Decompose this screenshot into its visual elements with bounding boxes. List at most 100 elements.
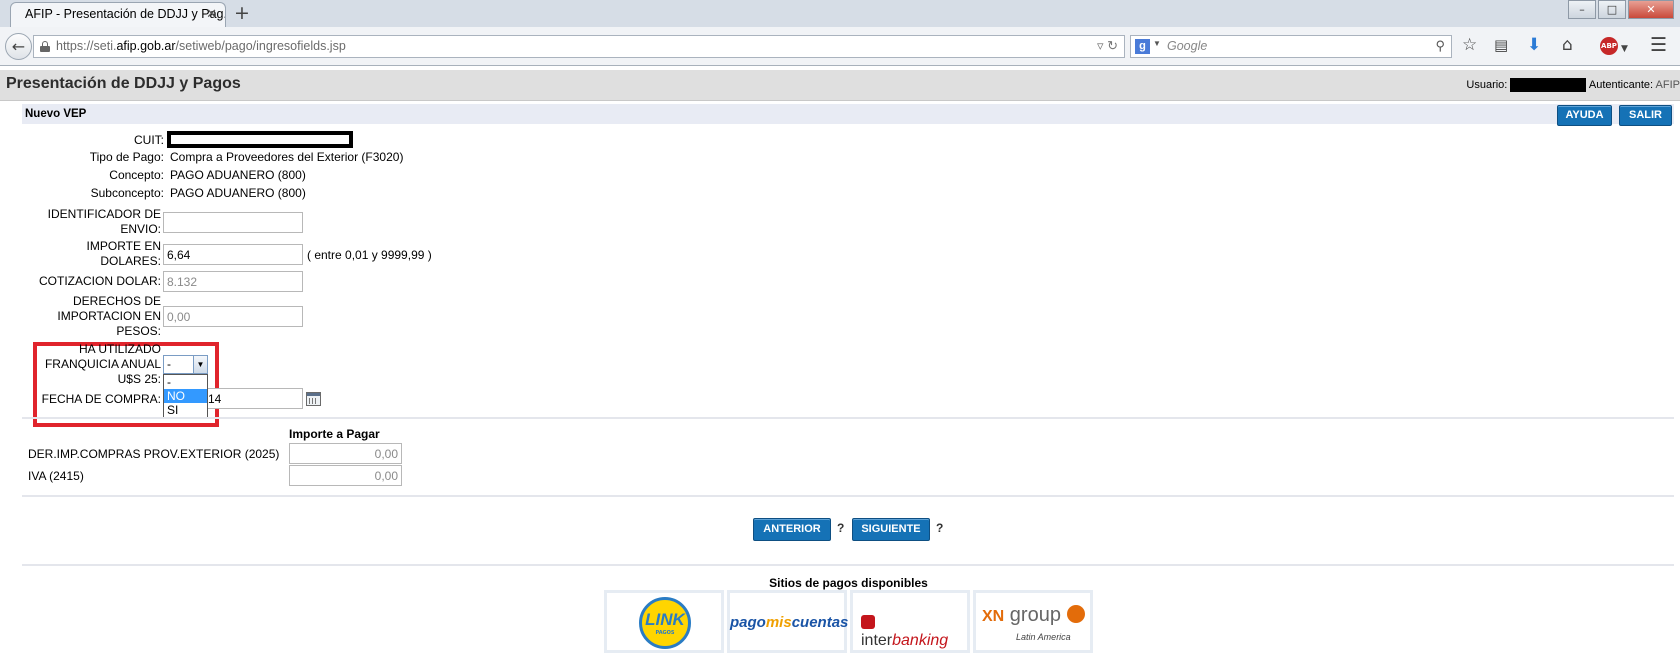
franquicia-label-line1: HA UTILIZADO	[78, 342, 161, 356]
importe-hint: ( entre 0,01 y 9999,99 )	[307, 248, 432, 262]
next-help-icon[interactable]: ?	[936, 521, 943, 535]
url-path: /setiweb/pago/ingresofields.jsp	[175, 39, 346, 53]
identificador-input[interactable]	[163, 212, 303, 233]
search-bar[interactable]: g ▼ Google ⚲	[1130, 35, 1452, 58]
derechos-label-line3: PESOS:	[116, 324, 161, 338]
previous-button[interactable]: ANTERIOR	[753, 518, 831, 541]
interbanking-text: interbanking	[861, 614, 967, 650]
tipo-pago-label: Tipo de Pago:	[89, 150, 164, 164]
browser-navbar: ← https://seti.afip.gob.ar/setiweb/pago/…	[0, 27, 1680, 66]
derechos-label-line2: IMPORTACION EN	[57, 309, 161, 323]
section-title: Nuevo VEP	[25, 108, 87, 120]
derechos-input[interactable]: 0,00	[163, 306, 303, 327]
xn-group-text: XN group	[982, 604, 1085, 627]
franquicia-label: HA UTILIZADO FRANQUICIA ANUAL U$S 25:	[20, 342, 161, 387]
url-prefix: https://seti.	[56, 39, 117, 53]
identificador-label: IDENTIFICADOR DE ENVIO:	[20, 207, 161, 237]
franquicia-select[interactable]: - ▼	[163, 355, 208, 374]
help-button[interactable]: AYUDA	[1557, 105, 1612, 126]
link-logo-icon: LINK PAGOS	[639, 597, 691, 649]
lock-icon	[40, 41, 50, 52]
home-icon[interactable]: ⌂	[1562, 37, 1573, 54]
reading-list-icon[interactable]: ▤	[1494, 37, 1508, 54]
chevron-down-icon[interactable]: ▼	[193, 356, 207, 373]
cuit-redaction	[167, 131, 353, 148]
divider	[22, 564, 1674, 566]
importe-label-line2: DOLARES:	[100, 254, 161, 268]
link-pagos-logo[interactable]: LINK PAGOS	[604, 590, 724, 653]
pagomiscuentas-text: pagomiscuentas	[730, 614, 849, 631]
tab-close-icon[interactable]: ✕	[206, 6, 217, 22]
adblock-dropdown-icon[interactable]: ▼	[1621, 41, 1628, 58]
cotizacion-input[interactable]: 8.132	[163, 271, 303, 292]
importe-label-line1: IMPORTE EN	[86, 239, 161, 253]
divider	[22, 495, 1674, 497]
franquicia-label-line3: U$S 25:	[117, 372, 161, 386]
identificador-label-line2: ENVIO:	[120, 222, 161, 236]
maximize-button[interactable]: □	[1598, 0, 1626, 19]
xn-group-logo[interactable]: XN group Latin America	[973, 590, 1093, 653]
divider	[22, 417, 1674, 419]
franquicia-option[interactable]: NO	[164, 389, 207, 403]
previous-help-icon[interactable]: ?	[837, 521, 844, 535]
subconcepto-value: PAGO ADUANERO (800)	[170, 186, 306, 200]
derechos-label-line1: DERECHOS DE	[72, 294, 161, 308]
user-info: Usuario: Autenticante: AFIP	[1466, 78, 1680, 92]
search-icon[interactable]: ⚲	[1435, 38, 1445, 54]
user-redaction	[1510, 78, 1587, 92]
importe-dolares-input[interactable]: 6,64	[163, 244, 303, 265]
close-window-button[interactable]: ✕	[1628, 0, 1674, 19]
back-arrow-icon: ←	[11, 37, 26, 56]
importe-header: Importe a Pagar	[289, 427, 380, 441]
browser-tab[interactable]: AFIP - Presentación de DDJJ y Pag... ✕	[10, 2, 226, 27]
authenticator-value: AFIP	[1655, 78, 1680, 91]
reload-icon[interactable]: ▿ ↻	[1097, 38, 1118, 54]
new-tab-button[interactable]: +	[234, 2, 250, 24]
importe-label: IMPORTE EN DOLARES:	[20, 239, 161, 269]
interbanking-icon	[861, 615, 875, 629]
franquicia-dropdown-list: - NO SI	[163, 374, 208, 418]
fecha-label: FECHA DE COMPRA:	[41, 392, 161, 406]
authenticator-label: Autenticante:	[1588, 78, 1654, 91]
bookmark-star-icon[interactable]: ☆	[1462, 37, 1477, 54]
identificador-label-line1: IDENTIFICADOR DE	[47, 207, 161, 221]
adblock-icon[interactable]: ABP	[1600, 37, 1618, 55]
page-title: Presentación de DDJJ y Pagos	[6, 75, 241, 92]
page-header: Presentación de DDJJ y Pagos Usuario: Au…	[0, 70, 1680, 101]
next-button[interactable]: SIGUIENTE	[852, 518, 930, 541]
tab-title: AFIP - Presentación de DDJJ y Pag...	[25, 7, 226, 21]
download-icon[interactable]: ⬇	[1527, 37, 1541, 54]
table-row-label: DER.IMP.COMPRAS PROV.EXTERIOR (2025)	[28, 447, 280, 461]
table-row-value[interactable]: 0,00	[289, 465, 402, 486]
franquicia-selected: -	[167, 357, 171, 371]
section-header: Nuevo VEP	[22, 104, 1674, 124]
url-host: afip.gob.ar	[116, 39, 176, 53]
franquicia-label-line2: FRANQUICIA ANUAL	[44, 357, 161, 371]
user-label: Usuario:	[1466, 78, 1508, 91]
search-placeholder: Google	[1167, 39, 1208, 53]
pagomiscuentas-logo[interactable]: pagomiscuentas	[727, 590, 849, 653]
franquicia-option[interactable]: SI	[164, 403, 207, 417]
concepto-value: PAGO ADUANERO (800)	[170, 168, 306, 182]
derechos-label: DERECHOS DE IMPORTACION EN PESOS:	[20, 294, 161, 339]
browser-tabstrip: AFIP - Presentación de DDJJ y Pag... ✕ +…	[0, 0, 1680, 27]
concepto-label: Concepto:	[109, 168, 164, 182]
exit-button[interactable]: SALIR	[1619, 105, 1672, 126]
interbanking-logo[interactable]: interbanking	[850, 590, 970, 653]
chevron-down-icon[interactable]: ▼	[1153, 39, 1161, 48]
franquicia-option[interactable]: -	[164, 375, 207, 389]
menu-icon[interactable]: ☰	[1650, 36, 1667, 55]
cotizacion-label: COTIZACION DOLAR:	[38, 274, 161, 288]
minimize-button[interactable]: –	[1568, 0, 1596, 19]
payment-sites-title: Sitios de pagos disponibles	[769, 576, 928, 590]
google-icon[interactable]: g	[1135, 39, 1150, 54]
url-bar[interactable]: https://seti.afip.gob.ar/setiweb/pago/in…	[33, 35, 1125, 58]
table-row-value[interactable]: 0,00	[289, 443, 402, 464]
xn-group-subtitle: Latin America	[1016, 632, 1071, 642]
tipo-pago-value: Compra a Proveedores del Exterior (F3020…	[170, 150, 404, 164]
window-controls: – □ ✕	[1566, 0, 1674, 19]
cuit-label: CUIT:	[134, 133, 164, 147]
calendar-icon[interactable]	[306, 392, 321, 406]
back-button[interactable]: ←	[5, 33, 32, 60]
table-row-label: IVA (2415)	[28, 469, 84, 483]
